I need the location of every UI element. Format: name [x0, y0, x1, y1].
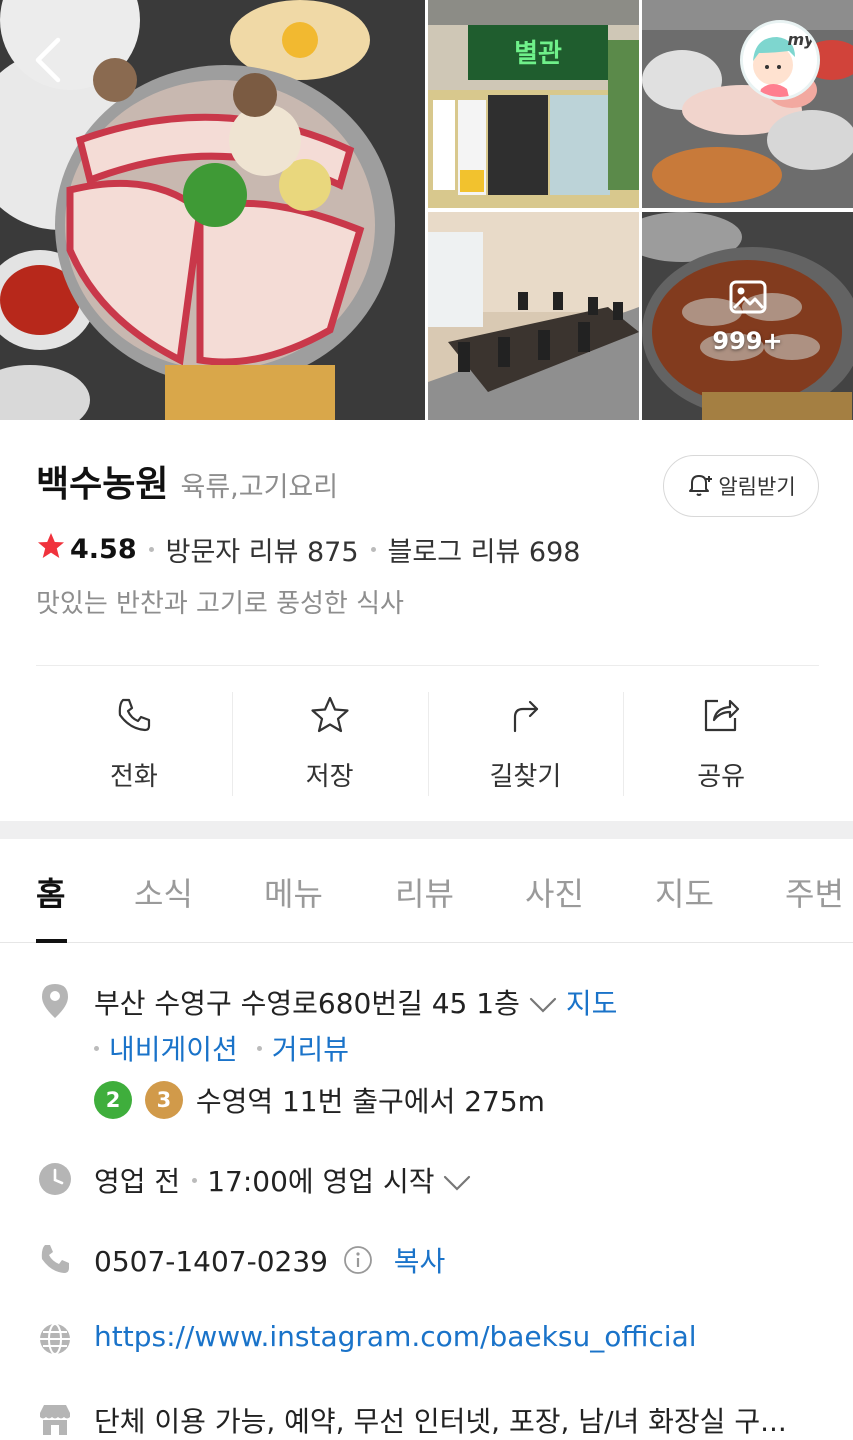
tab-reviews[interactable]: 리뷰 — [395, 869, 454, 915]
tab-nearby[interactable]: 주변 — [785, 869, 844, 915]
subway-text: 수영역 11번 출구에서 275m — [195, 1085, 545, 1118]
address-links: 내비게이션 거리뷰 — [94, 1028, 349, 1068]
phone-small-icon — [36, 1240, 74, 1278]
save-label: 저장 — [305, 762, 354, 792]
chevron-left-icon — [22, 37, 82, 94]
address-section: 부산 수영구 수영로680번길 45 1층 지도 내비게이션 거리뷰 2 3 수영… — [36, 980, 836, 1130]
phone-section: 0507-1407-0239 복사 — [36, 1238, 836, 1282]
separator-dot — [94, 1045, 99, 1051]
address-line: 부산 수영구 수영로680번길 45 1층 지도 — [94, 982, 617, 1022]
phone-icon — [114, 692, 154, 738]
photo-gallery[interactable]: 별관 999+ my — [0, 0, 853, 420]
copy-phone-link[interactable]: 복사 — [394, 1245, 446, 1278]
address-text: 부산 수영구 수영로680번길 45 1층 — [94, 987, 520, 1020]
directions-icon — [505, 692, 545, 738]
website-section: https://www.instagram.com/baeksu_officia… — [36, 1318, 836, 1362]
amenities-section[interactable]: 단체 이용 가능, 예약, 무선 인터넷, 포장, 남/녀 화장실 구... — [36, 1398, 836, 1440]
food-spread-photo[interactable] — [642, 0, 853, 208]
tab-news[interactable]: 소식 — [134, 869, 193, 915]
image-icon — [728, 277, 768, 321]
place-category: 육류,고기요리 — [180, 472, 339, 503]
back-button[interactable] — [22, 30, 82, 90]
divider — [36, 665, 819, 666]
photo-count: 999+ — [712, 327, 783, 355]
star-filled-icon — [36, 531, 66, 568]
avatar-icon: my — [743, 23, 817, 97]
section-separator — [0, 821, 853, 839]
exterior-photo[interactable]: 별관 — [428, 0, 639, 208]
hours-status: 영업 전 — [94, 1165, 181, 1198]
separator-dot — [192, 1177, 198, 1183]
chevron-down-icon[interactable] — [442, 1167, 472, 1200]
my-profile-button[interactable]: my — [740, 20, 820, 100]
directions-label: 길찾기 — [489, 762, 562, 792]
separator-dot — [148, 546, 154, 552]
directions-button[interactable]: 길찾기 — [427, 692, 624, 796]
tab-bar: 홈 소식 메뉴 리뷰 사진 지도 주변 — [0, 839, 853, 943]
action-bar: 전화 저장 길찾기 공유 — [36, 692, 819, 796]
share-label: 공유 — [697, 762, 746, 792]
more-photos-overlay[interactable]: 999+ — [642, 212, 853, 420]
star-icon — [309, 692, 351, 738]
subway-info: 2 3 수영역 11번 출구에서 275m — [94, 1080, 545, 1120]
visitor-review-count[interactable]: 방문자 리뷰 875 — [166, 530, 359, 569]
sign-text: 별관 — [514, 39, 562, 69]
streetview-link[interactable]: 거리뷰 — [272, 1033, 349, 1066]
hours-text: 17:00에 영업 시작 — [207, 1165, 435, 1198]
amenities-text: 단체 이용 가능, 예약, 무선 인터넷, 포장, 남/녀 화장실 구... — [94, 1405, 787, 1438]
location-pin-icon — [36, 982, 74, 1020]
bell-plus-icon — [686, 470, 718, 503]
tab-map[interactable]: 지도 — [655, 869, 714, 915]
alarm-label: 알림받기 — [718, 475, 796, 499]
place-description: 맛있는 반찬과 고기로 풍성한 식사 — [36, 589, 404, 619]
call-label: 전화 — [109, 762, 158, 792]
share-button[interactable]: 공유 — [623, 692, 819, 796]
call-button[interactable]: 전화 — [36, 692, 232, 796]
website-link[interactable]: https://www.instagram.com/baeksu_officia… — [94, 1320, 697, 1353]
subway-line-badge: 3 — [144, 1081, 183, 1119]
navigation-link[interactable]: 내비게이션 — [109, 1033, 238, 1066]
hours-section[interactable]: 영업 전 17:00에 영업 시작 — [36, 1158, 836, 1202]
alarm-button[interactable]: 알림받기 — [663, 455, 819, 517]
rating-row: 4.58 방문자 리뷰 875 블로그 리뷰 698 — [36, 529, 819, 569]
subway-line-badge: 2 — [94, 1081, 132, 1119]
hours-line: 영업 전 17:00에 영업 시작 — [94, 1160, 480, 1200]
phone-number[interactable]: 0507-1407-0239 — [94, 1245, 328, 1278]
store-icon — [36, 1400, 74, 1438]
chevron-down-icon[interactable] — [528, 989, 558, 1022]
tab-photos[interactable]: 사진 — [525, 869, 584, 915]
save-button[interactable]: 저장 — [231, 692, 428, 796]
map-link[interactable]: 지도 — [566, 987, 618, 1020]
rating-value: 4.58 — [70, 533, 137, 565]
active-tab-indicator — [36, 939, 67, 943]
interior-photo[interactable] — [428, 212, 639, 420]
separator-dot — [256, 1045, 262, 1051]
clock-icon — [36, 1160, 74, 1198]
place-name: 백수농원 — [36, 464, 169, 505]
blog-review-count[interactable]: 블로그 리뷰 698 — [388, 530, 581, 569]
globe-icon — [36, 1320, 74, 1358]
share-icon — [700, 692, 742, 738]
place-info: 백수농원 육류,고기요리 알림받기 4.58 방문자 리뷰 875 블로그 리뷰… — [36, 455, 819, 620]
separator-dot — [370, 546, 376, 552]
info-icon[interactable] — [343, 1245, 373, 1282]
tab-home[interactable]: 홈 — [36, 869, 65, 915]
phone-line: 0507-1407-0239 복사 — [94, 1240, 445, 1282]
tab-menu[interactable]: 메뉴 — [264, 869, 323, 915]
